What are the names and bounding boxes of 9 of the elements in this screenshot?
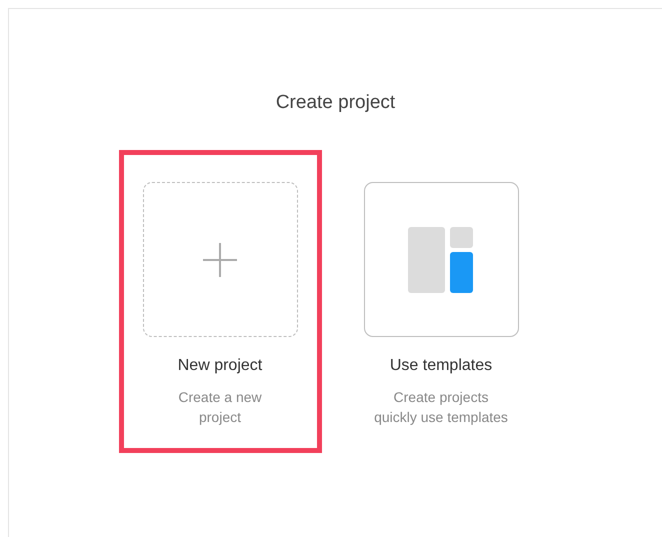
page-title: Create project bbox=[276, 91, 396, 115]
option-description: Create projects quickly use templates bbox=[374, 388, 508, 427]
layout-icon bbox=[408, 226, 474, 292]
option-description: Create a new project bbox=[178, 388, 262, 427]
plus-icon bbox=[202, 242, 238, 278]
new-project-tile[interactable] bbox=[142, 182, 298, 337]
option-label: Use templates bbox=[390, 356, 492, 376]
option-label: New project bbox=[178, 356, 262, 376]
templates-tile[interactable] bbox=[364, 182, 518, 337]
